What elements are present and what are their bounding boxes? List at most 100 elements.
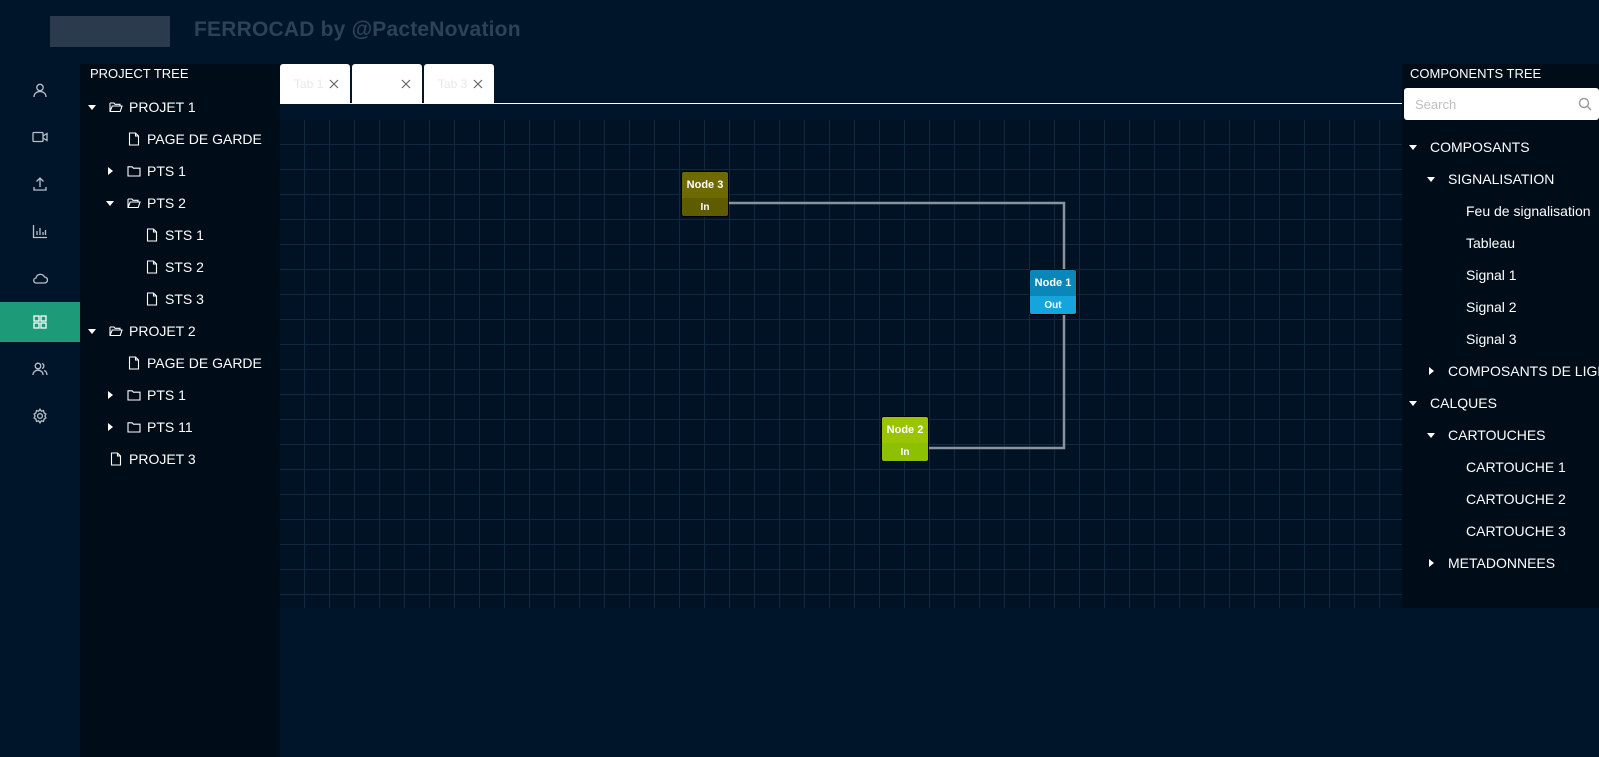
search-icon[interactable] xyxy=(1578,97,1592,111)
sidebar-item-cloud[interactable] xyxy=(0,258,80,298)
tree-item-label: CARTOUCHE 2 xyxy=(1466,491,1566,507)
close-icon[interactable] xyxy=(400,78,412,90)
project-tree-item[interactable]: PROJET 2 xyxy=(87,317,196,345)
tree-item-label: STS 2 xyxy=(165,259,204,275)
project-tree-item[interactable]: PTS 1 xyxy=(105,157,186,185)
components-tree-item[interactable]: Feu de signalisation xyxy=(1444,197,1591,225)
components-tree-item[interactable]: COMPOSANTS DE LIGNE xyxy=(1426,357,1599,385)
caret-down-icon[interactable] xyxy=(1408,142,1418,152)
components-tree-item[interactable]: CARTOUCHE 2 xyxy=(1444,485,1566,513)
file-icon xyxy=(109,452,123,466)
caret-down-icon[interactable] xyxy=(1408,398,1418,408)
project-tree-item[interactable]: STS 1 xyxy=(123,221,204,249)
components-tree-item[interactable]: CARTOUCHES xyxy=(1426,421,1546,449)
project-tree-item[interactable]: PTS 2 xyxy=(105,189,186,217)
tree-item-label: Tableau xyxy=(1466,235,1516,251)
sidebar-item-chart[interactable] xyxy=(0,211,80,251)
tab-label: Tab 1 xyxy=(294,76,324,91)
header: FERROCAD by @PacteNovation xyxy=(0,0,1599,64)
tree-item-label: PROJET 3 xyxy=(129,451,196,467)
components-tree-item[interactable]: CARTOUCHE 1 xyxy=(1444,453,1566,481)
node-port[interactable]: In xyxy=(682,198,728,216)
canvas-footer-area xyxy=(280,608,1599,757)
tab-1[interactable]: Tab 1 xyxy=(280,64,350,103)
close-icon[interactable] xyxy=(472,78,484,90)
diagram-node[interactable]: Node 2 In xyxy=(881,416,929,462)
diagram-node[interactable]: Node 1 Out xyxy=(1029,269,1077,315)
link-node2-node1[interactable] xyxy=(925,312,1066,450)
tree-item-label: Signal 2 xyxy=(1466,299,1517,315)
components-tree-item[interactable]: SIGNALISATION xyxy=(1426,165,1554,193)
tree-item-label: PTS 2 xyxy=(147,195,186,211)
node-port[interactable]: In xyxy=(882,443,928,461)
upload-icon xyxy=(33,177,47,191)
sidebar-item-user[interactable] xyxy=(0,70,80,110)
tree-item-label: METADONNEES xyxy=(1448,555,1556,571)
folder-open-icon xyxy=(127,196,141,210)
link-node3-node1[interactable] xyxy=(729,201,1066,282)
project-tree-item[interactable]: STS 2 xyxy=(123,253,204,281)
caret-right-icon[interactable] xyxy=(1426,558,1436,568)
folder-icon xyxy=(127,420,141,434)
components-tree-item[interactable]: Signal 1 xyxy=(1444,261,1517,289)
tab-3[interactable]: Tab 3 xyxy=(424,64,494,103)
sidebar-item-appstore[interactable] xyxy=(0,302,80,342)
folder-open-icon xyxy=(109,100,123,114)
tree-item-label: PAGE DE GARDE xyxy=(147,131,262,147)
components-tree-item[interactable]: CARTOUCHE 3 xyxy=(1444,517,1566,545)
tab-2[interactable] xyxy=(352,64,422,103)
project-tree-item[interactable]: PROJET 3 xyxy=(87,445,196,473)
tree-item-label: CARTOUCHE 1 xyxy=(1466,459,1566,475)
file-icon xyxy=(145,260,159,274)
diagram-node[interactable]: Node 3 In xyxy=(681,171,729,217)
tree-item-label: CARTOUCHE 3 xyxy=(1466,523,1566,539)
components-tree-item[interactable]: CALQUES xyxy=(1408,389,1497,417)
tree-item-label: PROJET 2 xyxy=(129,323,196,339)
components-tree-title: COMPONENTS TREE xyxy=(1410,66,1542,81)
caret-down-icon[interactable] xyxy=(105,198,115,208)
diagram-links xyxy=(729,201,1066,450)
cloud-icon xyxy=(33,273,48,284)
project-tree-item[interactable]: PAGE DE GARDE xyxy=(105,349,262,377)
node-port[interactable]: Out xyxy=(1030,296,1076,314)
caret-down-icon[interactable] xyxy=(87,326,97,336)
tree-item-label: Feu de signalisation xyxy=(1466,203,1591,219)
user-icon xyxy=(33,83,47,98)
tree-item-label: CARTOUCHES xyxy=(1448,427,1546,443)
caret-right-icon[interactable] xyxy=(105,166,115,176)
tree-item-label: COMPOSANTS DE LIGNE xyxy=(1448,363,1599,379)
components-tree-item[interactable]: Signal 3 xyxy=(1444,325,1517,353)
node-title: Node 1 xyxy=(1030,270,1076,296)
close-icon[interactable] xyxy=(328,78,340,90)
tree-item-label: PTS 1 xyxy=(147,163,186,179)
search-input[interactable] xyxy=(1404,88,1574,120)
file-icon xyxy=(145,292,159,306)
caret-down-icon[interactable] xyxy=(1426,174,1436,184)
sidebar-item-settings[interactable] xyxy=(0,396,80,436)
components-search xyxy=(1404,88,1599,120)
setting-icon xyxy=(33,408,47,424)
components-tree-item[interactable]: COMPOSANTS xyxy=(1408,133,1530,161)
caret-right-icon[interactable] xyxy=(1426,366,1436,376)
project-tree-item[interactable]: PTS 1 xyxy=(105,381,186,409)
bar-chart-icon xyxy=(32,225,47,239)
components-tree-item[interactable]: Signal 2 xyxy=(1444,293,1517,321)
folder-icon xyxy=(127,164,141,178)
sidebar-item-team[interactable] xyxy=(0,349,80,389)
caret-right-icon[interactable] xyxy=(105,422,115,432)
project-tree-item[interactable]: PTS 11 xyxy=(105,413,193,441)
caret-down-icon[interactable] xyxy=(87,102,97,112)
project-tree-item[interactable]: PROJET 1 xyxy=(87,93,196,121)
sidebar-item-video[interactable] xyxy=(0,117,80,157)
node-title: Node 3 xyxy=(682,172,728,198)
tree-item-label: CALQUES xyxy=(1430,395,1497,411)
components-tree-item[interactable]: METADONNEES xyxy=(1426,549,1555,577)
caret-down-icon[interactable] xyxy=(1426,430,1436,440)
caret-right-icon[interactable] xyxy=(105,390,115,400)
project-tree-item[interactable]: STS 3 xyxy=(123,285,204,313)
diagram-canvas[interactable]: Node 3 In Node 1 Out Node 2 In xyxy=(280,120,1402,608)
sidebar-item-upload[interactable] xyxy=(0,164,80,204)
project-tree-item[interactable]: PAGE DE GARDE xyxy=(105,125,262,153)
tree-item-label: Signal 1 xyxy=(1466,267,1517,283)
components-tree-item[interactable]: Tableau xyxy=(1444,229,1515,257)
